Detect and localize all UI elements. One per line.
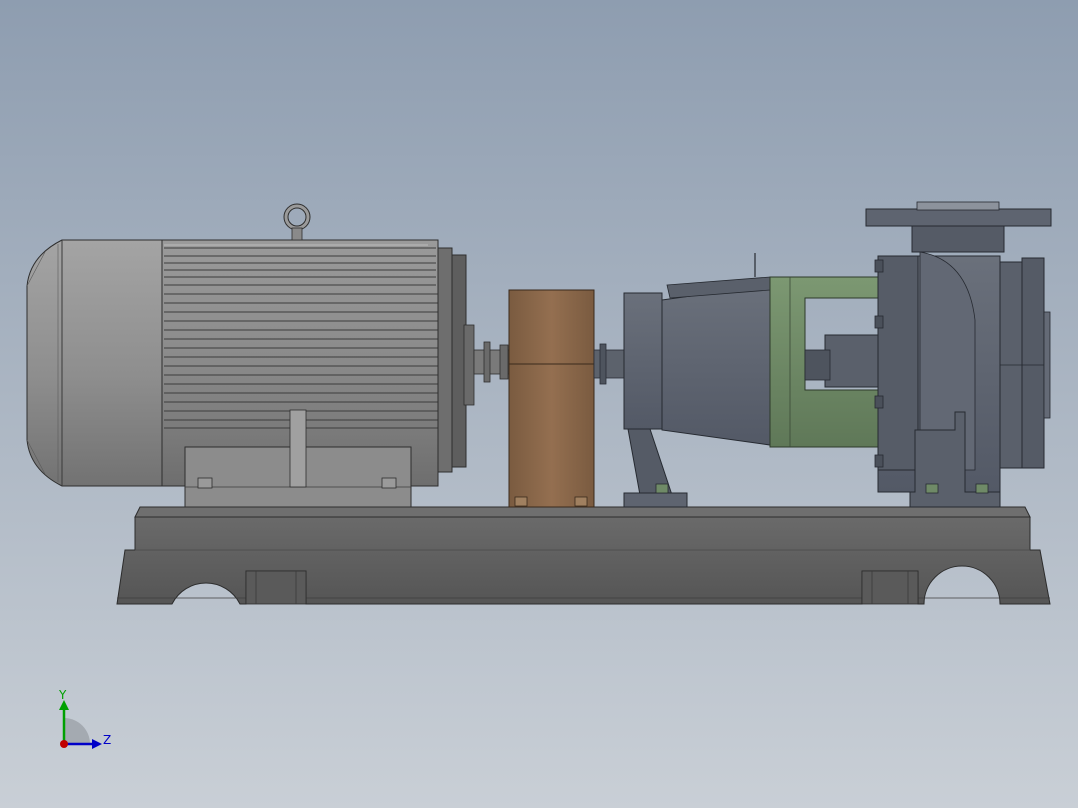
electric-motor[interactable]: [26, 203, 475, 508]
baseplate[interactable]: [116, 506, 1051, 605]
bearing-housing[interactable]: [623, 253, 771, 508]
axis-triad-icon[interactable]: Y Z: [58, 688, 111, 749]
x-axis-origin-dot: [60, 740, 68, 748]
pump-shaft: [593, 343, 627, 385]
z-axis-label: Z: [103, 733, 111, 747]
y-axis-label: Y: [58, 688, 67, 702]
pump-volute-casing[interactable]: [865, 201, 1052, 508]
motor-shaft: [473, 341, 510, 383]
coupling-guard[interactable]: [508, 289, 595, 508]
z-axis-arrowhead: [92, 739, 102, 749]
pump-bracket[interactable]: [769, 276, 886, 448]
cad-3d-viewport[interactable]: Y Z: [0, 0, 1078, 808]
lifting-eye-bolt: [283, 203, 311, 241]
pump-assembly-model[interactable]: Y Z: [0, 0, 1078, 808]
